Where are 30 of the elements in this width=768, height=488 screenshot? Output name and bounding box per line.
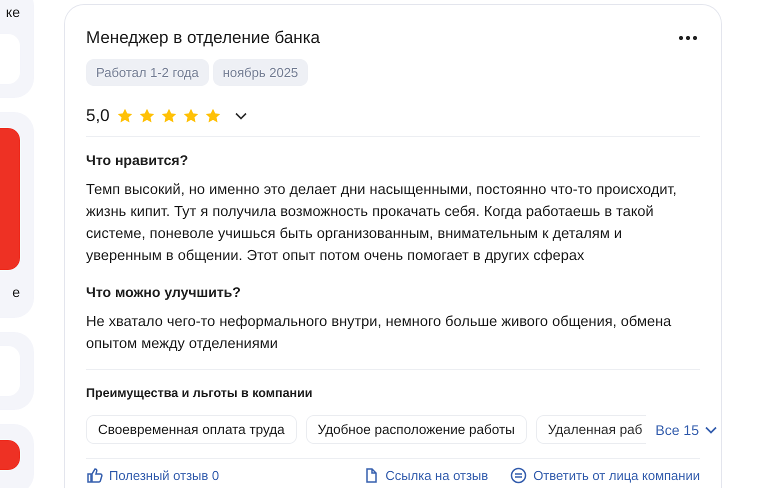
review-text: Не хватало чего-то неформального внутри, немного больше живого общения, обмена опытом между отделениями <box>86 313 672 354</box>
benefits-heading: Преимущества и льготы в компании <box>86 385 314 402</box>
action-link[interactable]: Ссылка на отзыв <box>362 467 488 484</box>
star-icon <box>138 108 155 124</box>
show-all-button[interactable]: Все 15 <box>655 422 723 438</box>
benefit-chip: Удобное расположение работы <box>306 415 527 444</box>
section-heading: Что нравится? <box>86 151 190 170</box>
more-icon <box>679 36 697 40</box>
action-link[interactable]: Ответить от лица компании <box>510 467 700 484</box>
chevron-down-icon <box>704 426 717 434</box>
chevron-down-icon <box>234 112 247 120</box>
comment-icon <box>510 467 528 484</box>
banner[interactable] <box>0 128 20 270</box>
helpful-button[interactable]: Полезный отзыв 0 <box>86 467 220 484</box>
benefit-chip: Удаленная раб <box>536 415 646 444</box>
thumbs-up-icon <box>86 467 103 484</box>
review-title: Менеджер в отделение банка <box>86 27 320 49</box>
star-icon <box>160 108 177 124</box>
card-caption: е <box>11 283 20 302</box>
star-icon <box>182 108 199 124</box>
card-caption: ке <box>4 3 20 22</box>
banner[interactable] <box>0 440 20 470</box>
tag: ноябрь 2025 <box>212 59 308 86</box>
star-icon <box>116 108 133 124</box>
benefit-chip: Своевременная оплата труда <box>86 415 297 444</box>
review-text: Темп высокий, но именно это делает дни насыщенными, постоянно что-то происходит, жизнь кипит. Тут я получила возможность прокачать себя. Когда работаешь в такой системе, поневоле учишься быть организованным, внимательным к деталям и уверенным в общении. Этот опыт потом очень помогает в других сферах <box>86 181 678 266</box>
star-icon <box>204 108 221 124</box>
tag: Работал 1-2 года <box>86 59 209 86</box>
section-heading: Что можно улучшить? <box>86 283 242 302</box>
rating-value: 5,0 <box>86 106 110 126</box>
